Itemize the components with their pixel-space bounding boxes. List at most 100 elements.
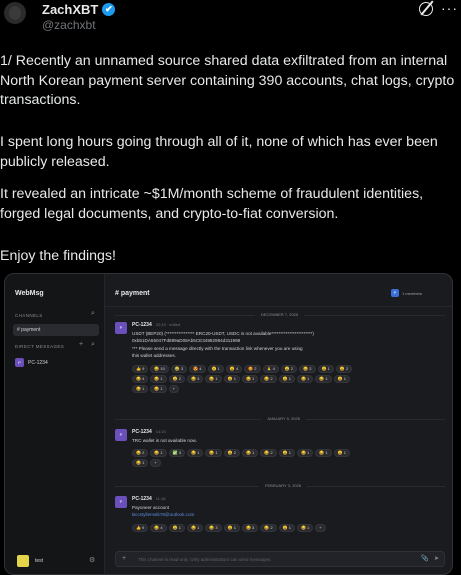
- reaction-chip[interactable]: 😀 1: [296, 375, 314, 383]
- reaction-chip[interactable]: 😀 1: [296, 449, 314, 457]
- add-reaction-button[interactable]: +: [150, 459, 161, 467]
- post-paragraph-3: It revealed an intricate ~$1M/month sche…: [0, 186, 424, 222]
- add-reaction-button[interactable]: +: [315, 524, 326, 532]
- reaction-chip[interactable]: 😀 4: [132, 375, 149, 383]
- reaction-chip[interactable]: 😀 2: [260, 524, 277, 532]
- add-reaction-button[interactable]: +: [168, 385, 179, 393]
- send-icon[interactable]: ➤: [434, 555, 439, 562]
- sidebar-item-pc-1234[interactable]: P PC-1234: [15, 358, 48, 367]
- reaction-chip[interactable]: 😀 1: [296, 524, 314, 532]
- reaction-chip[interactable]: 😀 2: [168, 375, 185, 383]
- reaction-chip[interactable]: 😀 1: [150, 449, 167, 457]
- post-paragraph-2: I spent long hours going through all of …: [0, 134, 438, 170]
- post-header: ZachXBT ✔ @zachxbt ···: [0, 0, 461, 40]
- user-name: test: [35, 558, 44, 564]
- reaction-chip[interactable]: 😀 3: [205, 524, 222, 532]
- reaction-chip[interactable]: 😀 1: [278, 375, 295, 383]
- message-avatar[interactable]: P: [115, 429, 127, 441]
- reaction-chip[interactable]: 😀 1: [315, 375, 332, 383]
- author-handle[interactable]: @zachxbt: [42, 18, 96, 32]
- channel-title: # payment: [115, 290, 150, 297]
- reaction-chip[interactable]: 😂 3: [170, 365, 188, 373]
- date-label: JANUARY 5, 2026: [261, 416, 306, 421]
- reaction-chip[interactable]: 😡 2: [244, 365, 261, 373]
- reaction-chip[interactable]: 😀 1: [317, 365, 334, 373]
- reaction-chip[interactable]: 😀 3: [241, 524, 259, 532]
- reaction-chip[interactable]: 😀 1: [205, 449, 222, 457]
- email-link[interactable]: Bccstyllemstk78@outlook.com: [132, 512, 194, 517]
- reaction-chip[interactable]: 😀 1: [150, 385, 167, 393]
- members-indicator[interactable]: P 1 members: [391, 289, 422, 297]
- reaction-chip[interactable]: 😍 4: [189, 365, 206, 373]
- add-dm-icon[interactable]: +: [79, 341, 83, 348]
- message-author[interactable]: PC-1234: [132, 322, 152, 328]
- member-avatar: P: [391, 289, 399, 297]
- reaction-chip[interactable]: 😀 1: [241, 449, 259, 457]
- reaction-chip[interactable]: 😀 4: [150, 524, 167, 532]
- reaction-chip[interactable]: ✅ 3: [168, 449, 185, 457]
- message-author[interactable]: PC-1234: [132, 429, 152, 435]
- reaction-chip[interactable]: 😀 1: [315, 449, 332, 457]
- reaction-chip[interactable]: 😀 1: [186, 524, 204, 532]
- attached-screenshot[interactable]: WebMsg CHANNELS ⌕ # payment DIRECT MESSA…: [4, 273, 453, 575]
- reaction-chip[interactable]: 😀 1: [205, 375, 222, 383]
- reaction-chip[interactable]: 😀 3: [186, 375, 204, 383]
- reaction-chip[interactable]: 😀 2: [260, 375, 277, 383]
- reaction-chip[interactable]: 😀 2: [223, 449, 240, 457]
- date-label: DECEMBER 7, 2025: [255, 312, 305, 317]
- reaction-chip[interactable]: 😀 2: [260, 449, 277, 457]
- sidebar-item-payment[interactable]: # payment: [13, 324, 99, 336]
- reaction-chip[interactable]: 😀 1: [186, 449, 204, 457]
- message-text: TRC wallet is not available now.: [132, 438, 197, 443]
- reaction-chip[interactable]: 😀 1: [223, 375, 240, 383]
- reaction-chip[interactable]: 👍 9: [132, 365, 149, 373]
- message-text: USDT (BEP20) (**************** ERC20-USD…: [132, 331, 314, 359]
- date-label: FEBRUARY 3, 2026: [259, 483, 308, 488]
- reaction-chip[interactable]: 😀 1: [278, 524, 295, 532]
- grok-icon[interactable]: [419, 2, 433, 16]
- reaction-chip[interactable]: 😀 1: [168, 524, 185, 532]
- author-avatar[interactable]: [4, 2, 26, 24]
- reaction-chip[interactable]: 🙏 4: [262, 365, 279, 373]
- date-divider: DECEMBER 7, 2025: [115, 312, 445, 318]
- header-divider: [105, 306, 452, 307]
- reaction-chip[interactable]: 😮 4: [225, 365, 243, 373]
- reaction-chip[interactable]: 😢 1: [207, 365, 224, 373]
- members-count: 1 members: [402, 290, 423, 296]
- composer-placeholder: This channel is read-only. Only administ…: [138, 557, 272, 562]
- reaction-chip[interactable]: 😀 2: [335, 365, 353, 373]
- reaction-chip[interactable]: 😀 1: [333, 449, 350, 457]
- dm-user-label: PC-1234: [28, 359, 48, 366]
- reactions: 👍 9 😀 10 😂 3 😍 4 😢 1 😮 4 😡 2 🙏 4 😀 2 😀 2 😀 1 😀 2 😀 4…: [132, 365, 362, 393]
- reaction-chip[interactable]: 😀 10: [150, 365, 169, 373]
- author-name[interactable]: ZachXBT: [42, 2, 98, 17]
- reaction-chip[interactable]: 😀 2: [299, 365, 316, 373]
- channels-label: CHANNELS: [15, 313, 43, 318]
- reaction-chip[interactable]: 😀 1: [241, 375, 259, 383]
- message-avatar[interactable]: P: [115, 496, 127, 508]
- reaction-chip[interactable]: 😀 1: [132, 459, 149, 467]
- search-dm-icon[interactable]: ⌕: [91, 341, 95, 349]
- more-options-icon[interactable]: ···: [441, 0, 458, 16]
- reaction-chip[interactable]: 😀 1: [223, 524, 240, 532]
- message-time: 14:33: [155, 429, 166, 434]
- reaction-chip[interactable]: 👍 9: [132, 524, 149, 532]
- message-time: 11:18: [155, 496, 166, 501]
- search-icon[interactable]: ⌕: [91, 310, 95, 318]
- message-composer[interactable]: + This channel is read-only. Only admini…: [115, 551, 445, 567]
- paperclip-icon[interactable]: 📎: [421, 555, 428, 562]
- reaction-chip[interactable]: 😀 1: [150, 375, 167, 383]
- attach-plus-icon[interactable]: +: [122, 555, 126, 562]
- reaction-chip[interactable]: 😀 1: [333, 375, 350, 383]
- reaction-chip[interactable]: 😀 2: [132, 449, 149, 457]
- reaction-chip[interactable]: 😀 2: [280, 365, 298, 373]
- reaction-chip[interactable]: 😀 1: [132, 385, 149, 393]
- message-text: Payoneer account Bccstyllemstk78@outlook.…: [132, 504, 432, 519]
- gear-icon[interactable]: ⚙: [89, 556, 95, 564]
- message-time: 22:43 · edited: [155, 322, 181, 327]
- message-author[interactable]: PC-1234: [132, 496, 152, 502]
- user-avatar[interactable]: [17, 555, 29, 567]
- reaction-chip[interactable]: 😀 1: [278, 449, 295, 457]
- date-divider: FEBRUARY 3, 2026: [115, 483, 445, 489]
- message-avatar[interactable]: P: [115, 322, 127, 334]
